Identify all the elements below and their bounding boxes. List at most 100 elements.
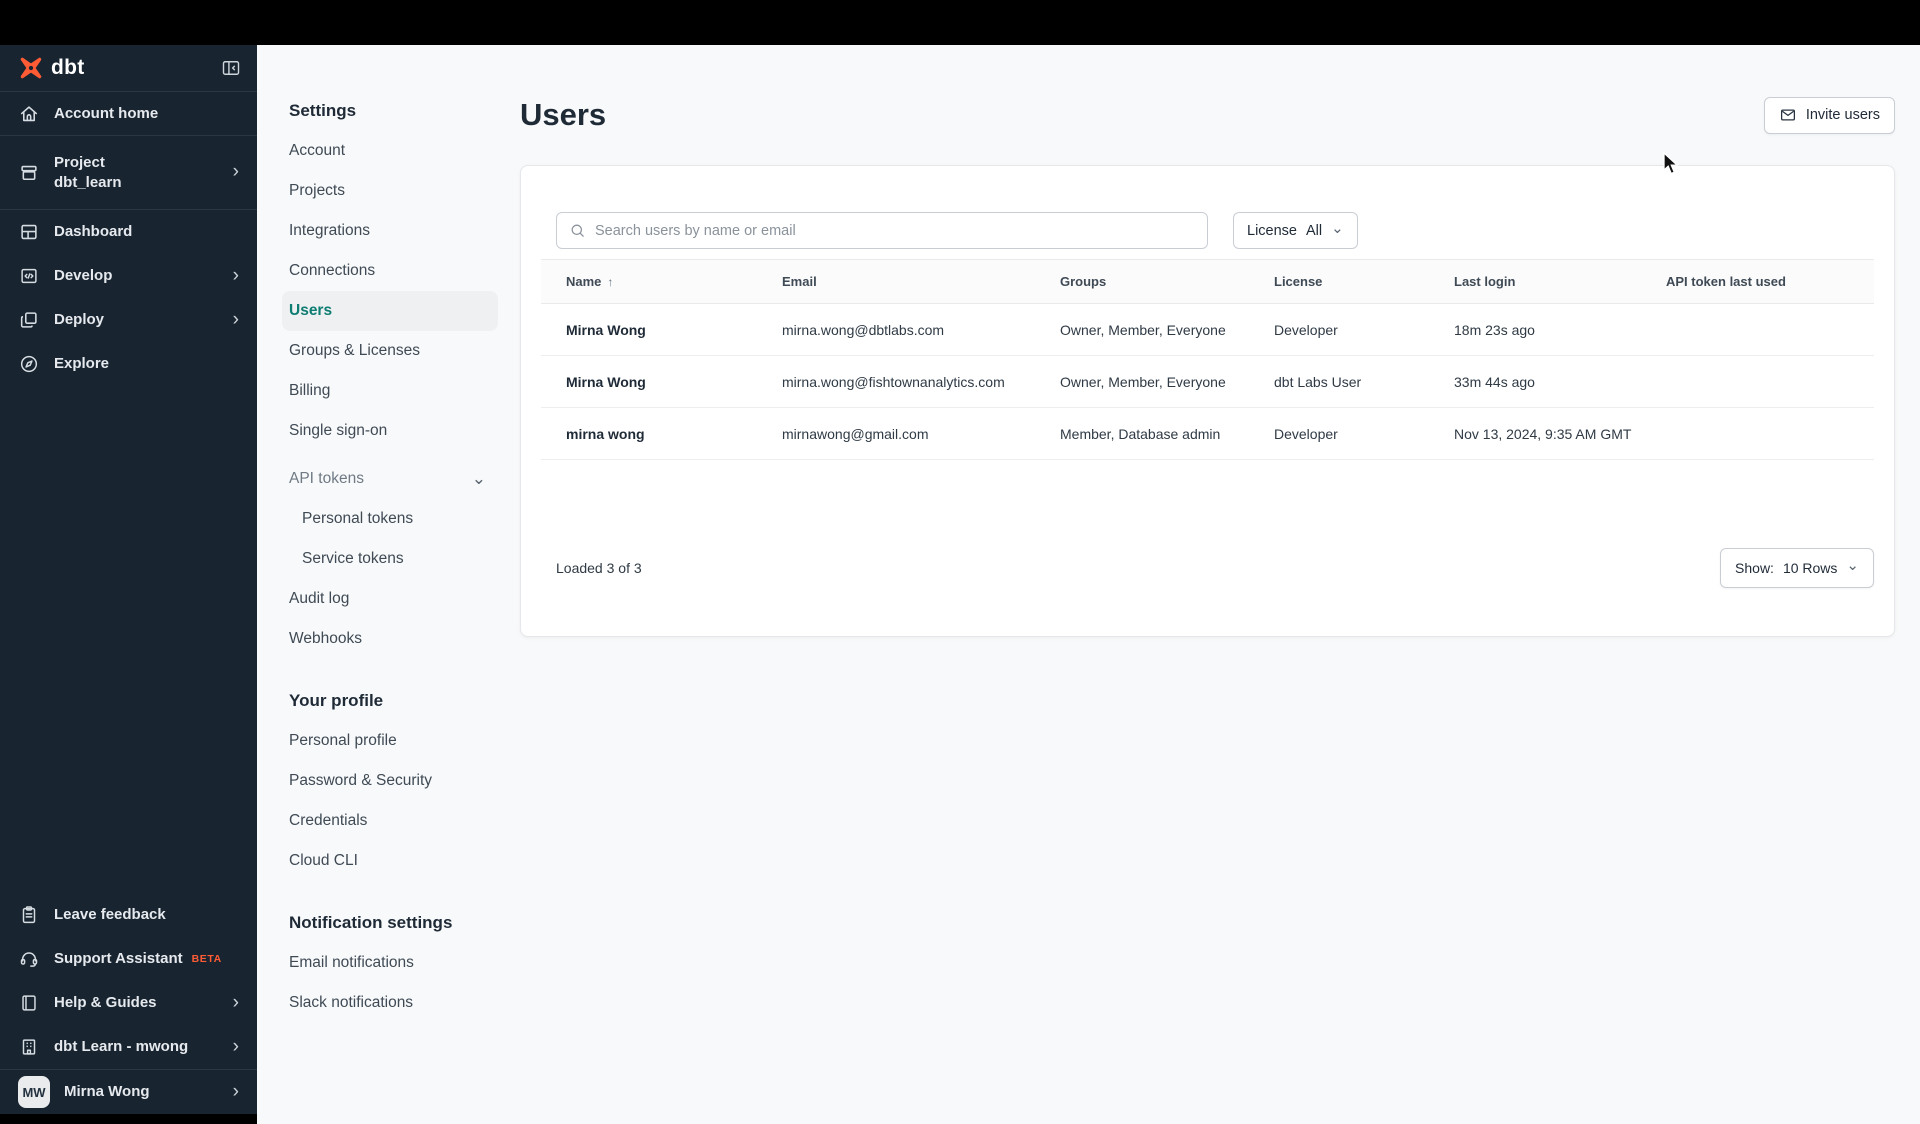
sidebar-item-label: Support Assistant: [54, 950, 183, 967]
sidebar-item-label: dbt Learn - mwong: [54, 1038, 189, 1055]
cell-name: Mirna Wong: [566, 373, 646, 390]
table-row[interactable]: mirna wong mirnawong@gmail.com Member, D…: [541, 408, 1874, 460]
user-name: Mirna Wong: [64, 1083, 150, 1100]
settings-item-projects[interactable]: Projects: [282, 171, 498, 211]
table-row[interactable]: Mirna Wong mirna.wong@dbtlabs.com Owner,…: [541, 304, 1874, 356]
search-icon: [571, 224, 584, 237]
sort-asc-icon: ↑: [607, 275, 614, 289]
sidebar-item-help-guides[interactable]: Help & Guides ›: [0, 981, 257, 1025]
settings-item-email-notifications[interactable]: Email notifications: [282, 943, 498, 983]
compass-icon: [20, 355, 38, 373]
settings-item-personal-tokens[interactable]: Personal tokens: [282, 499, 498, 539]
sidebar-item-label: Project dbt_learn: [54, 153, 122, 191]
license-filter-dropdown[interactable]: License All ⌄: [1233, 212, 1358, 249]
sidebar-item-dashboard[interactable]: Dashboard: [0, 210, 257, 254]
sidebar-item-label: Develop: [54, 267, 113, 284]
sidebar-item-explore[interactable]: Explore: [0, 342, 257, 386]
sidebar-item-support-assistant[interactable]: Support Assistant BETA: [0, 937, 257, 981]
cell-groups: Owner, Member, Everyone: [1060, 373, 1226, 390]
column-header-name[interactable]: Name ↑: [541, 274, 782, 289]
column-header-email[interactable]: Email: [782, 274, 1060, 289]
search-input[interactable]: [595, 222, 1195, 239]
invite-users-button[interactable]: Invite users: [1763, 96, 1895, 134]
cell-name: mirna wong: [566, 425, 645, 442]
settings-item-connections[interactable]: Connections: [282, 251, 498, 291]
settings-item-api-tokens[interactable]: API tokens ⌄: [282, 459, 498, 499]
logo-row: dbt: [0, 45, 257, 92]
settings-item-account[interactable]: Account: [282, 131, 498, 171]
deploy-layers-icon: [20, 312, 37, 328]
table-header-row: Name ↑ Email Groups License Last login AP…: [541, 259, 1874, 304]
settings-item-personal-profile[interactable]: Personal profile: [282, 721, 498, 761]
chevron-right-icon: ›: [232, 308, 239, 330]
chevron-right-icon: ›: [232, 991, 239, 1013]
table-row[interactable]: Mirna Wong mirna.wong@fishtownanalytics.…: [541, 356, 1874, 408]
cell-license: Developer: [1274, 425, 1338, 442]
cell-last-login: Nov 13, 2024, 9:35 AM GMT: [1454, 425, 1632, 442]
sidebar-item-account-home[interactable]: Account home: [0, 92, 257, 136]
code-icon: [21, 268, 37, 284]
sidebar-user-menu[interactable]: MW Mirna Wong ›: [0, 1069, 257, 1114]
settings-item-audit-log[interactable]: Audit log: [282, 579, 498, 619]
envelope-icon: [1780, 109, 1795, 121]
users-page: Users Invite users Search users by name …: [520, 45, 1895, 1124]
loaded-count-text: Loaded 3 of 3: [556, 560, 642, 576]
settings-item-integrations[interactable]: Integrations: [282, 211, 498, 251]
book-icon: [22, 995, 36, 1011]
sidebar-item-leave-feedback[interactable]: Leave feedback: [0, 893, 257, 937]
cell-last-login: 18m 23s ago: [1454, 321, 1535, 338]
users-table: Name ↑ Email Groups License Last login AP…: [541, 259, 1874, 460]
sidebar-item-label: Dashboard: [54, 223, 133, 240]
cell-email: mirnawong@gmail.com: [782, 425, 929, 442]
settings-item-password-security[interactable]: Password & Security: [282, 761, 498, 801]
chevron-right-icon: ›: [232, 264, 239, 286]
headset-icon: [20, 952, 38, 967]
cell-license: Developer: [1274, 321, 1338, 338]
rows-per-page-dropdown[interactable]: Show: 10 Rows ⌄: [1720, 548, 1874, 588]
settings-item-billing[interactable]: Billing: [282, 371, 498, 411]
settings-heading: Settings: [289, 101, 357, 120]
cell-email: mirna.wong@fishtownanalytics.com: [782, 373, 1005, 390]
cell-name: Mirna Wong: [566, 321, 646, 338]
settings-item-groups-licenses[interactable]: Groups & Licenses: [282, 331, 498, 371]
bottom-black-strip: [0, 1114, 257, 1124]
project-box-icon: [21, 165, 37, 180]
sidebar-item-project[interactable]: Project dbt_learn ›: [0, 136, 257, 210]
logo-text: dbt: [51, 56, 85, 79]
settings-item-cloud-cli[interactable]: Cloud CLI: [282, 841, 498, 881]
sidebar-item-dbt-learn[interactable]: dbt Learn - mwong ›: [0, 1025, 257, 1069]
sidebar-collapse-icon[interactable]: [221, 58, 241, 78]
show-label: Show:: [1735, 560, 1774, 576]
license-filter-label: License: [1247, 222, 1297, 239]
settings-item-users[interactable]: Users: [282, 291, 498, 331]
settings-item-slack-notifications[interactable]: Slack notifications: [282, 983, 498, 1023]
sidebar-item-label: Leave feedback: [54, 906, 166, 923]
settings-item-webhooks[interactable]: Webhooks: [282, 619, 498, 659]
chevron-right-icon: ›: [232, 161, 239, 182]
dbt-logo-icon: [20, 57, 42, 79]
column-header-last-login[interactable]: Last login: [1454, 274, 1666, 289]
sidebar-nav: Account home Project dbt_learn › Dashboa…: [0, 92, 257, 386]
column-header-groups[interactable]: Groups: [1060, 274, 1274, 289]
settings-item-single-sign-on[interactable]: Single sign-on: [282, 411, 498, 451]
notifications-heading: Notification settings: [289, 913, 453, 932]
chevron-right-icon: ›: [232, 1080, 239, 1102]
settings-item-service-tokens[interactable]: Service tokens: [282, 539, 498, 579]
sidebar-item-label: Deploy: [54, 311, 105, 328]
api-tokens-label: API tokens: [289, 470, 364, 487]
invite-users-label: Invite users: [1805, 107, 1880, 123]
settings-nav: Settings Account Projects Integrations C…: [257, 45, 520, 1124]
cell-email: mirna.wong@dbtlabs.com: [782, 321, 945, 338]
cell-license: dbt Labs User: [1274, 373, 1362, 390]
sidebar-item-deploy[interactable]: Deploy ›: [0, 298, 257, 342]
users-card: License All ⌄ Name↑ Email Groups License…: [520, 165, 1895, 637]
column-header-api-token[interactable]: API token last used: [1666, 274, 1874, 289]
license-filter-value: All: [1305, 222, 1323, 239]
column-header-license[interactable]: License: [1274, 274, 1454, 289]
sidebar-item-develop[interactable]: Develop ›: [0, 254, 257, 298]
sidebar-footer: Leave feedback Support Assistant BETA He…: [0, 893, 257, 1124]
home-icon: [20, 105, 38, 121]
profile-heading: Your profile: [289, 691, 384, 710]
settings-item-credentials[interactable]: Credentials: [282, 801, 498, 841]
chevron-right-icon: ›: [232, 1035, 239, 1057]
